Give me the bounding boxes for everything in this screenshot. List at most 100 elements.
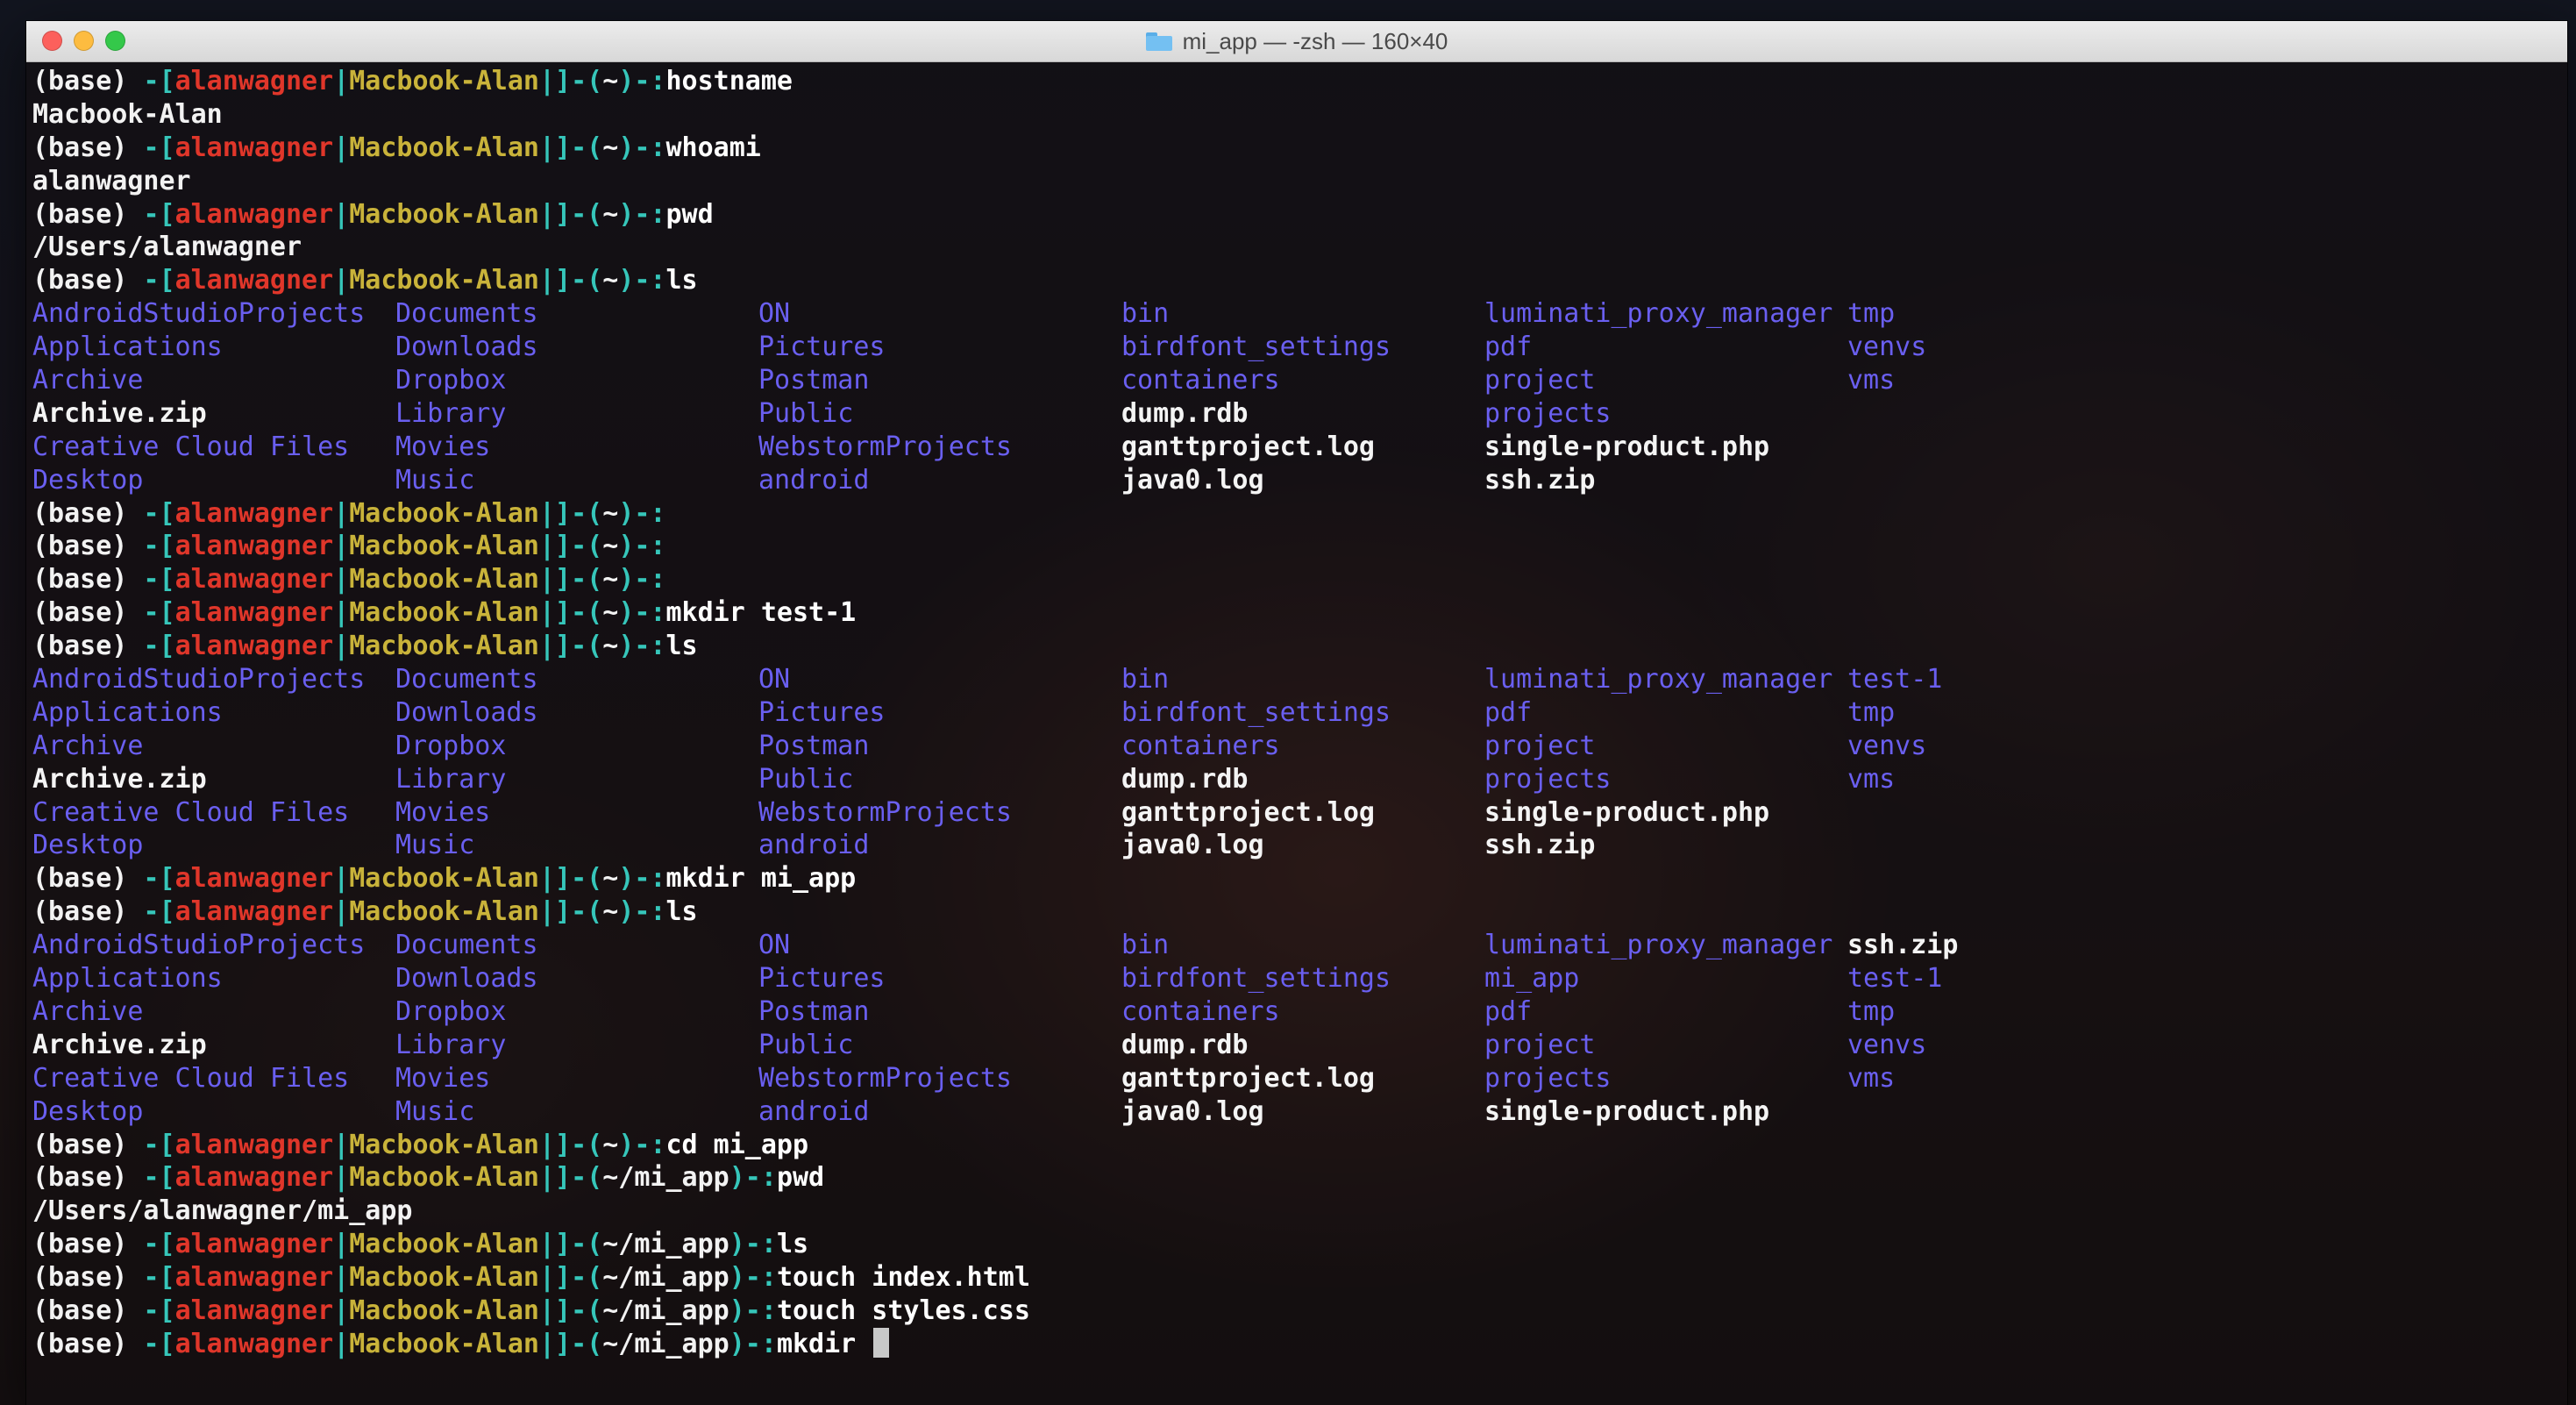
title-bar[interactable]: mi_app — -zsh — 160×40 <box>26 21 2567 62</box>
prompt-separator: | <box>333 564 350 596</box>
ls-row: Archive.zip Library Public dump.rdb projects <box>32 397 2210 431</box>
prompt-separator: | <box>333 531 350 562</box>
directory-entry: vms <box>1847 365 1896 396</box>
file-entry: ssh.zip <box>1847 930 1959 961</box>
ls-row: Creative Cloud Files Movies WebstormProjec… <box>32 431 2210 464</box>
directory-entry: pdf <box>1484 332 1533 363</box>
prompt-host: Macbook-Alan <box>349 896 539 928</box>
directory-entry: Movies <box>395 796 491 828</box>
ls-row: Archive.zip Library Public dump.rdb projects… <box>32 763 2210 796</box>
file-entry: ganttproject.log <box>1121 796 1375 828</box>
command-text: ls <box>665 265 698 296</box>
file-entry: java0.log <box>1121 830 1264 861</box>
prompt-separator: | <box>333 597 350 629</box>
terminal-window[interactable]: mi_app — -zsh — 160×40 (base) -[alanwagn… <box>26 21 2567 1405</box>
ls-row: Applications Downloads Pictures birdfont_se… <box>32 331 2210 364</box>
directory-entry: Movies <box>395 1062 491 1094</box>
prompt-bracket: )-: <box>618 863 666 895</box>
prompt-bracket: -[ <box>143 1294 175 1326</box>
prompt-host: Macbook-Alan <box>349 1262 539 1294</box>
prompt-user: alanwagner <box>174 1162 334 1194</box>
prompt-bracket: -[ <box>143 631 175 662</box>
prompt-line: (base) -[alanwagner|Macbook-Alan|]-(~/mi… <box>32 1228 2210 1261</box>
command-text: ls <box>665 896 698 928</box>
directory-entry: Downloads <box>395 332 538 363</box>
directory-entry: luminati_proxy_manager <box>1484 664 1833 695</box>
prompt-host: Macbook-Alan <box>349 1129 539 1160</box>
terminal-output[interactable]: (base) -[alanwagner|Macbook-Alan|]-(~)-:… <box>32 65 2210 1361</box>
prompt-bracket: -[ <box>143 863 175 895</box>
prompt-bracket: -[ <box>143 896 175 928</box>
command-text: mkdir <box>776 1328 872 1359</box>
prompt-bracket: |]-( <box>539 531 603 562</box>
prompt-bracket: -[ <box>143 564 175 596</box>
directory-entry: pdf <box>1484 995 1533 1027</box>
text-cursor[interactable] <box>873 1327 890 1358</box>
file-entry <box>1847 397 2210 431</box>
prompt-path: ~/mi_app <box>602 1162 729 1194</box>
prompt-bracket: |]-( <box>539 132 603 163</box>
prompt-bracket: )-: <box>618 66 666 96</box>
directory-entry: Music <box>395 1095 475 1127</box>
directory-entry: Pictures <box>758 963 886 995</box>
directory-entry: WebstormProjects <box>758 431 1012 462</box>
directory-entry: Applications <box>32 963 223 995</box>
prompt-bracket: |]-( <box>539 1262 603 1294</box>
output-line: Macbook-Alan <box>32 98 223 130</box>
prompt-path: ~/mi_app <box>602 1262 729 1294</box>
prompt-bracket: )-: <box>618 497 666 529</box>
prompt-separator: | <box>333 863 350 895</box>
directory-entry: vms <box>1847 1062 1896 1094</box>
prompt-user: alanwagner <box>174 1262 334 1294</box>
directory-entry: Archive <box>32 730 144 761</box>
directory-entry: Postman <box>758 995 870 1027</box>
file-entry: single-product.php <box>1484 1095 1770 1127</box>
directory-entry: Creative Cloud Files <box>32 431 350 462</box>
output-line: alanwagner <box>32 165 191 196</box>
directory-entry: Postman <box>758 365 870 396</box>
directory-entry: android <box>758 830 870 861</box>
directory-entry: WebstormProjects <box>758 796 1012 828</box>
directory-entry: bin <box>1121 930 1170 961</box>
directory-entry: mi_app <box>1484 963 1580 995</box>
ls-row: AndroidStudioProjects Documents ON bin lumin… <box>32 297 2210 331</box>
directory-entry: Desktop <box>32 1095 144 1127</box>
ls-row: Desktop Music android java0.log ssh.zip <box>32 464 2210 497</box>
prompt-path: ~ <box>602 631 619 662</box>
output-line: /Users/alanwagner <box>32 232 302 263</box>
directory-entry: tmp <box>1847 298 1896 330</box>
directory-entry: projects <box>1484 1062 1612 1094</box>
prompt-user: alanwagner <box>174 597 334 629</box>
ls-row: Desktop Music android java0.log single-produ… <box>32 1095 2210 1129</box>
directory-entry: project <box>1484 1029 1596 1060</box>
prompt-bracket: -[ <box>143 66 175 96</box>
prompt-bracket: |]-( <box>539 1162 603 1194</box>
command-text: touch index.html <box>776 1262 1030 1294</box>
prompt-path: ~ <box>602 265 619 296</box>
prompt-path: ~ <box>602 497 619 529</box>
prompt-env: (base) <box>32 497 144 529</box>
file-entry <box>1847 829 2210 862</box>
prompt-env: (base) <box>32 531 144 562</box>
directory-entry: Library <box>395 1029 507 1060</box>
directory-entry: Documents <box>395 930 538 961</box>
prompt-separator: | <box>333 132 350 163</box>
directory-entry: Library <box>395 763 507 795</box>
directory-entry: Desktop <box>32 464 144 496</box>
prompt-bracket: -[ <box>143 1262 175 1294</box>
directory-entry: Creative Cloud Files <box>32 1062 350 1094</box>
ls-row: Archive Dropbox Postman containers pdf tmp <box>32 995 2210 1029</box>
prompt-user: alanwagner <box>174 198 334 230</box>
prompt-user: alanwagner <box>174 1129 334 1160</box>
command-text: mkdir test-1 <box>665 597 857 629</box>
command-text: mkdir mi_app <box>665 863 857 895</box>
file-entry: Archive.zip <box>32 763 207 795</box>
directory-entry: venvs <box>1847 730 1927 761</box>
prompt-bracket: )-: <box>729 1229 777 1260</box>
file-entry: java0.log <box>1121 1095 1264 1127</box>
prompt-host: Macbook-Alan <box>349 497 539 529</box>
prompt-env: (base) <box>32 132 144 163</box>
prompt-line: (base) -[alanwagner|Macbook-Alan|]-(~)-:… <box>32 596 2210 630</box>
command-text: ls <box>776 1229 809 1260</box>
directory-entry: Documents <box>395 664 538 695</box>
